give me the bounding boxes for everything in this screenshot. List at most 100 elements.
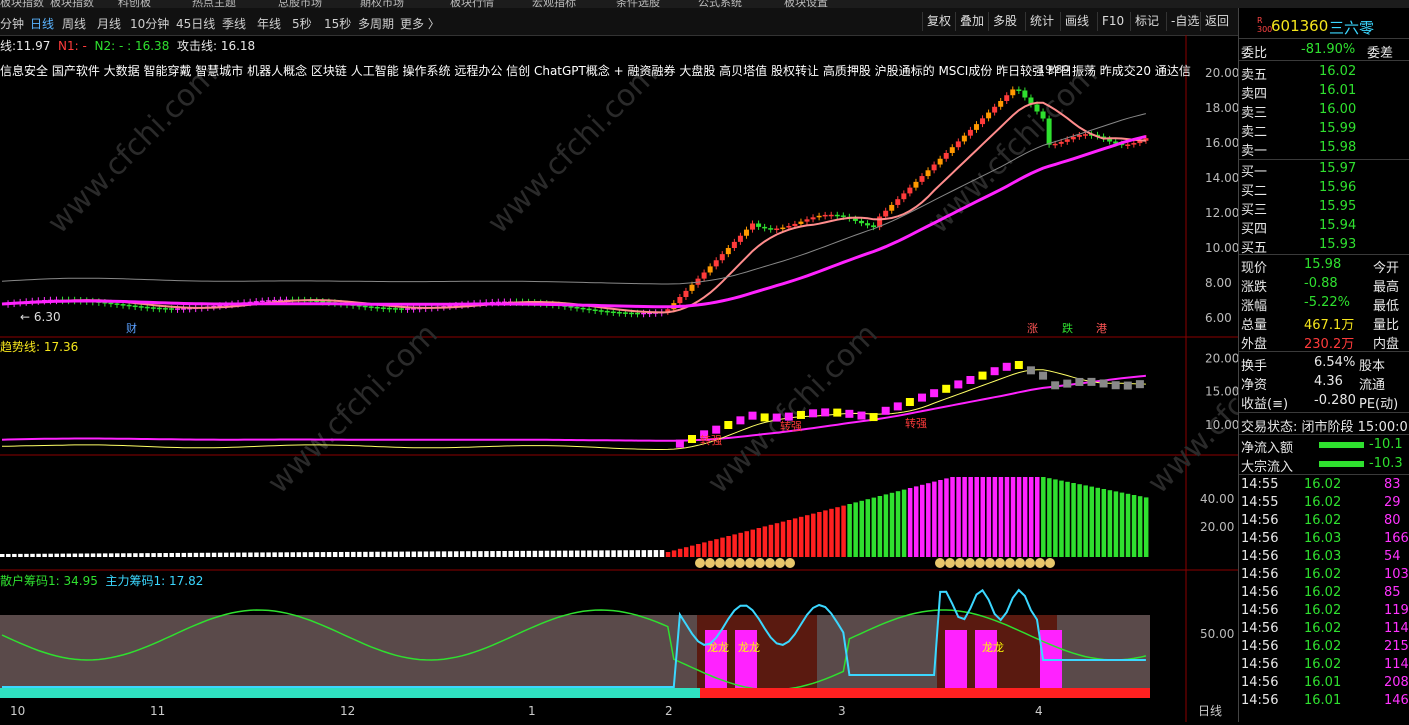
coin-icon — [1035, 558, 1045, 568]
tick-time: 14:56 — [1241, 513, 1279, 528]
top-menu-item[interactable]: 公式系统 — [698, 0, 742, 8]
top-menu-item[interactable]: 板块指数 — [0, 0, 44, 8]
trend-block — [1063, 379, 1072, 388]
chart-area[interactable]: www.cfchi.com www.cfchi.com www.cfchi.com w… — [0, 35, 1325, 722]
volume-bar — [60, 553, 66, 557]
kline-chart-svg[interactable]: www.cfchi.comwww.cfchi.comwww.cfchi.comw… — [0, 35, 1325, 722]
top-menu-item[interactable]: 板块行情 — [450, 0, 494, 8]
candle-body — [967, 129, 973, 136]
yaxis-tick-label: 18.00 — [1205, 101, 1238, 115]
toolbar-button[interactable]: 统计 — [1025, 12, 1058, 31]
toolbar-button[interactable]: 复权 — [922, 12, 955, 31]
candle-body — [120, 304, 126, 306]
trend-block — [990, 367, 999, 376]
top-menu-item[interactable]: 热点主题 — [192, 0, 236, 8]
period-button[interactable]: 周线 — [62, 15, 86, 32]
volume-bar — [520, 550, 526, 557]
volume-bar — [18, 553, 23, 557]
period-button[interactable]: 多周期 — [358, 15, 394, 32]
toolbar-button[interactable]: 多股 — [988, 12, 1021, 31]
top-menu-item[interactable]: 板块设置 — [784, 0, 828, 8]
xaxis-label: 1 — [528, 704, 536, 718]
tick-time: 14:55 — [1241, 495, 1279, 510]
tick-row: 14:56 16.02 215 — [1239, 638, 1409, 657]
toolbar-button[interactable]: 标记 — [1130, 12, 1163, 31]
ask-row: 卖一 15.98 — [1239, 139, 1409, 159]
candle-body — [804, 219, 810, 222]
period-button[interactable]: 5秒 — [292, 15, 312, 32]
volume-bar — [726, 536, 731, 557]
separator — [1239, 412, 1409, 413]
stat2-value: -0.280 — [1314, 393, 1356, 408]
candle-body — [774, 228, 780, 231]
volume-bar — [859, 500, 864, 557]
candle-body — [162, 308, 168, 310]
top-menu-item[interactable]: 期权市场 — [360, 0, 404, 8]
stat-row: 外盘 230.2万 内盘 — [1239, 332, 1409, 352]
top-menu-item[interactable]: 科创板 — [118, 0, 151, 8]
xaxis-label: 10 — [10, 704, 25, 718]
volume-bar — [708, 540, 713, 557]
volume-bar — [1010, 477, 1016, 557]
volume-bar — [145, 553, 150, 557]
flow-label: 大宗流入 — [1241, 460, 1294, 475]
concept-tags[interactable]: 信息安全 国产软件 大数据 智能穿戴 智慧城市 机器人概念 区块链 人工智能 操… — [0, 62, 1191, 79]
top-menu-item[interactable]: 条件选股 — [616, 0, 660, 8]
volume-bar — [42, 553, 47, 557]
volume-bar — [163, 553, 168, 557]
period-button[interactable]: 季线 — [222, 15, 246, 32]
volume-bar — [593, 550, 598, 557]
volume-bar — [223, 552, 229, 557]
period-button[interactable]: 分钟 — [0, 15, 24, 32]
period-button[interactable]: 更多 〉 — [400, 15, 440, 32]
candle-body — [822, 214, 828, 217]
volume-bar — [889, 492, 895, 557]
trend-block — [796, 410, 805, 419]
candle-body — [689, 284, 695, 291]
period-button[interactable]: 45日线 — [176, 15, 215, 32]
period-button[interactable]: 10分钟 — [130, 15, 169, 32]
period-button[interactable]: 日线 — [30, 15, 54, 32]
toolbar-button[interactable]: F10 — [1097, 12, 1128, 31]
stat-label-2: 最低 — [1373, 299, 1400, 314]
period-button[interactable]: 年线 — [257, 15, 281, 32]
top-menu-item[interactable]: 宏观指标 — [532, 0, 576, 8]
weibi-row: 委比 -81.90% 委差 — [1239, 41, 1409, 61]
tick-volume: 146 — [1384, 693, 1409, 708]
candle-body — [132, 305, 138, 308]
toolbar-button[interactable]: 画线 — [1060, 12, 1093, 31]
stat-label-2: 量比 — [1373, 318, 1400, 333]
volume-bar — [66, 553, 72, 557]
volume-bar — [175, 552, 181, 557]
xaxis-label: 12 — [340, 704, 355, 718]
candle-body — [840, 215, 846, 217]
separator — [1239, 254, 1409, 255]
tick-row: 14:56 16.02 119 — [1239, 602, 1409, 621]
toolbar-button[interactable]: -自选 — [1166, 12, 1203, 31]
period-button[interactable]: 15秒 — [324, 15, 351, 32]
tick-volume: 85 — [1384, 585, 1401, 600]
trend-block — [1014, 361, 1023, 369]
trend-block — [1099, 379, 1108, 388]
stat-row: 涨跌 -0.88 最高 — [1239, 275, 1409, 295]
toolbar-button[interactable]: 返回 — [1200, 12, 1233, 31]
candle-body — [792, 223, 798, 226]
candle-body — [1022, 90, 1028, 98]
volume-bar — [587, 550, 592, 557]
top-menu-item[interactable]: 板块指数 — [50, 0, 94, 8]
period-button[interactable]: 月线 — [97, 15, 121, 32]
chip-retail-label: 散户筹码1: 34.95 — [0, 574, 98, 588]
candle-body — [992, 106, 998, 113]
toolbar-button[interactable]: 叠加 — [955, 12, 988, 31]
tick-row: 14:56 16.02 114 — [1239, 620, 1409, 639]
volume-bar — [647, 550, 653, 557]
yaxis-tick-label: 16.00 — [1205, 136, 1238, 150]
volume-bar — [641, 550, 647, 557]
volume-bar — [357, 551, 362, 557]
volume-bar — [986, 477, 992, 557]
volume-bar — [230, 552, 235, 557]
tick-volume: 114 — [1384, 657, 1409, 672]
volume-bar — [1095, 487, 1101, 557]
top-menu-item[interactable]: 总股市场 — [278, 0, 322, 8]
stat-label-2: 今开 — [1373, 261, 1400, 276]
